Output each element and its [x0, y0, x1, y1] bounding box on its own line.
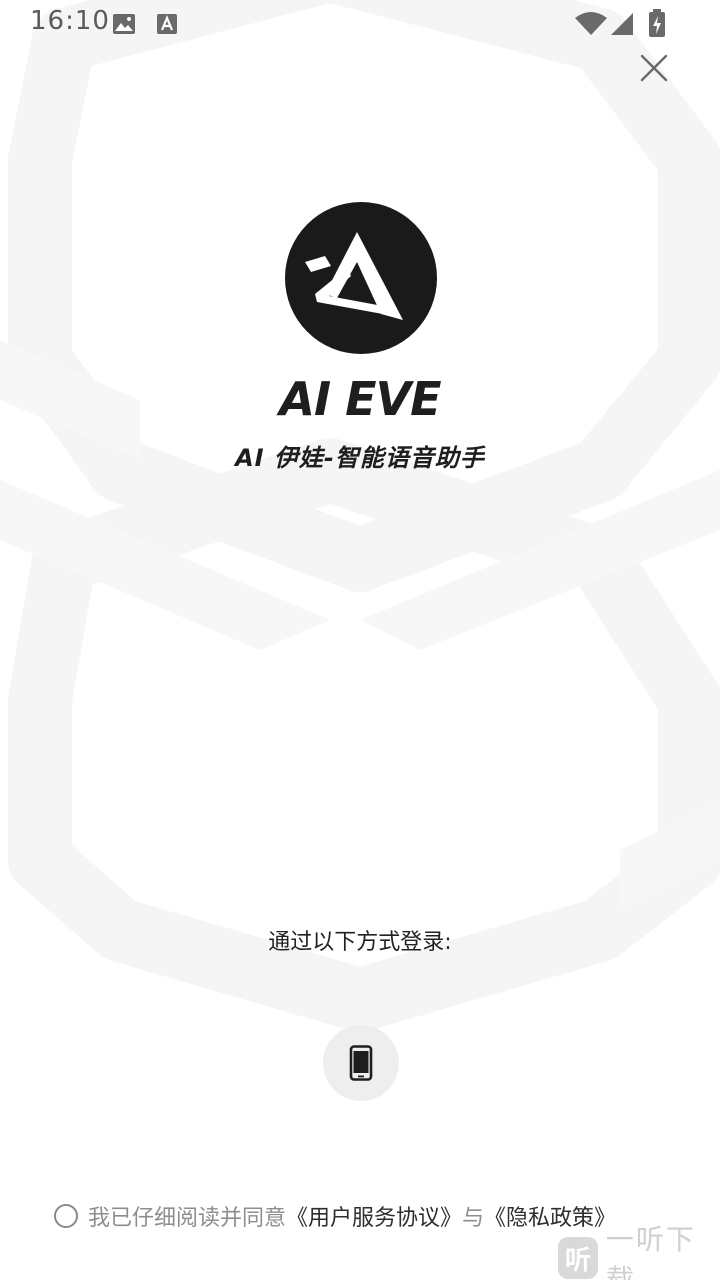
- smartphone-icon: [349, 1045, 373, 1081]
- watermark-text: 一听下载: [605, 1223, 696, 1280]
- login-screen: 16:10 AI EVE AI 伊娃-智能语音助手 通过以下方式登录: 我已仔细…: [0, 0, 720, 1280]
- phone-login-button[interactable]: [323, 1025, 399, 1101]
- wifi-icon: [575, 12, 607, 35]
- cell-signal-icon: [611, 13, 633, 35]
- close-button[interactable]: [634, 48, 674, 88]
- watermark-badge: 听: [558, 1237, 598, 1279]
- agreement-checkbox[interactable]: [54, 1204, 78, 1228]
- user-agreement-link[interactable]: 《用户服务协议》: [286, 1200, 462, 1232]
- privacy-policy-link[interactable]: 《隐私政策》: [484, 1200, 616, 1232]
- status-bar: 16:10: [0, 0, 720, 48]
- login-prompt: 通过以下方式登录:: [268, 930, 452, 955]
- close-icon: [640, 54, 668, 82]
- battery-charging-icon: [649, 9, 665, 37]
- brand-title: AI EVE: [279, 372, 441, 426]
- status-time: 16:10: [30, 6, 110, 36]
- agreement-row: 我已仔细阅读并同意 《用户服务协议》 与 《隐私政策》: [54, 1198, 616, 1234]
- gallery-notification-icon: [113, 14, 135, 34]
- brand-subtitle: AI 伊娃-智能语音助手: [235, 444, 485, 472]
- font-notification-icon: [157, 14, 177, 34]
- watermark: 听 一听下载: [558, 1223, 720, 1280]
- agreement-conjunction: 与: [462, 1206, 485, 1231]
- ai-eve-logo-icon: [285, 202, 437, 354]
- agreement-text: 我已仔细阅读并同意: [88, 1206, 287, 1231]
